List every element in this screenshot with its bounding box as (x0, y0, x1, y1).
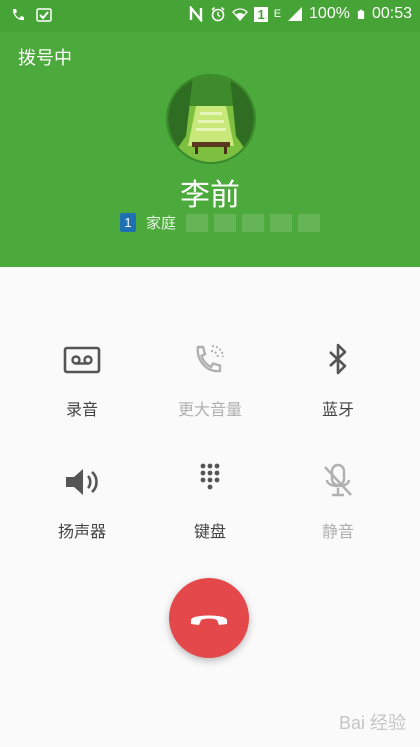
battery-percent: 100% (309, 5, 350, 22)
number-label: 家庭 (146, 214, 177, 232)
network-type-label: E (273, 8, 282, 20)
mute-label: 静音 (321, 522, 354, 541)
keypad-label: 键盘 (193, 522, 226, 541)
obscured-phone-number (186, 213, 321, 232)
contact-avatar (166, 74, 256, 164)
speaker-label: 扬声器 (57, 522, 106, 541)
avatar-image (168, 76, 254, 162)
record-button[interactable]: 录音 (12, 340, 152, 420)
battery-icon (357, 9, 365, 19)
alarm-icon (211, 6, 226, 22)
cassette-record-icon (63, 346, 101, 374)
status-bar: 1 E 100% 00:53 (0, 0, 420, 32)
bluetooth-button[interactable]: 蓝牙 (268, 340, 408, 420)
call-actions: 录音 更大音量 蓝牙 扬声器 键盘 静音 (0, 332, 420, 572)
mute-icon (324, 463, 352, 497)
bluetooth-label: 蓝牙 (321, 400, 354, 419)
check-icon (36, 8, 52, 22)
end-call-icon (191, 615, 227, 625)
contact-name: 李前 (180, 178, 240, 213)
speaker-button[interactable]: 扬声器 (12, 462, 152, 542)
signal-icon (288, 7, 303, 21)
phone-icon (12, 9, 24, 21)
bluetooth-icon (329, 343, 347, 375)
call-status: 拨号中 (18, 48, 72, 69)
clock: 00:53 (371, 5, 412, 22)
watermark: Bai 经验 (338, 713, 406, 733)
nfc-icon (190, 6, 203, 22)
call-header: 拨号中 李前 1 家庭 (0, 32, 420, 267)
record-label: 录音 (65, 400, 98, 419)
keypad-button[interactable]: 键盘 (140, 462, 280, 542)
louder-call-icon (196, 345, 224, 373)
sim-indicator: 1 (254, 6, 268, 22)
mute-button[interactable]: 静音 (268, 462, 408, 542)
end-call-button[interactable] (169, 578, 249, 658)
sim-slot-badge: 1 (120, 213, 136, 232)
keypad-icon (200, 463, 220, 490)
wifi-icon (232, 8, 249, 21)
louder-call-label: 更大音量 (177, 400, 242, 419)
louder-call-button[interactable]: 更大音量 (140, 340, 280, 420)
number-row: 1 家庭 (120, 212, 321, 233)
speaker-icon (66, 469, 98, 495)
